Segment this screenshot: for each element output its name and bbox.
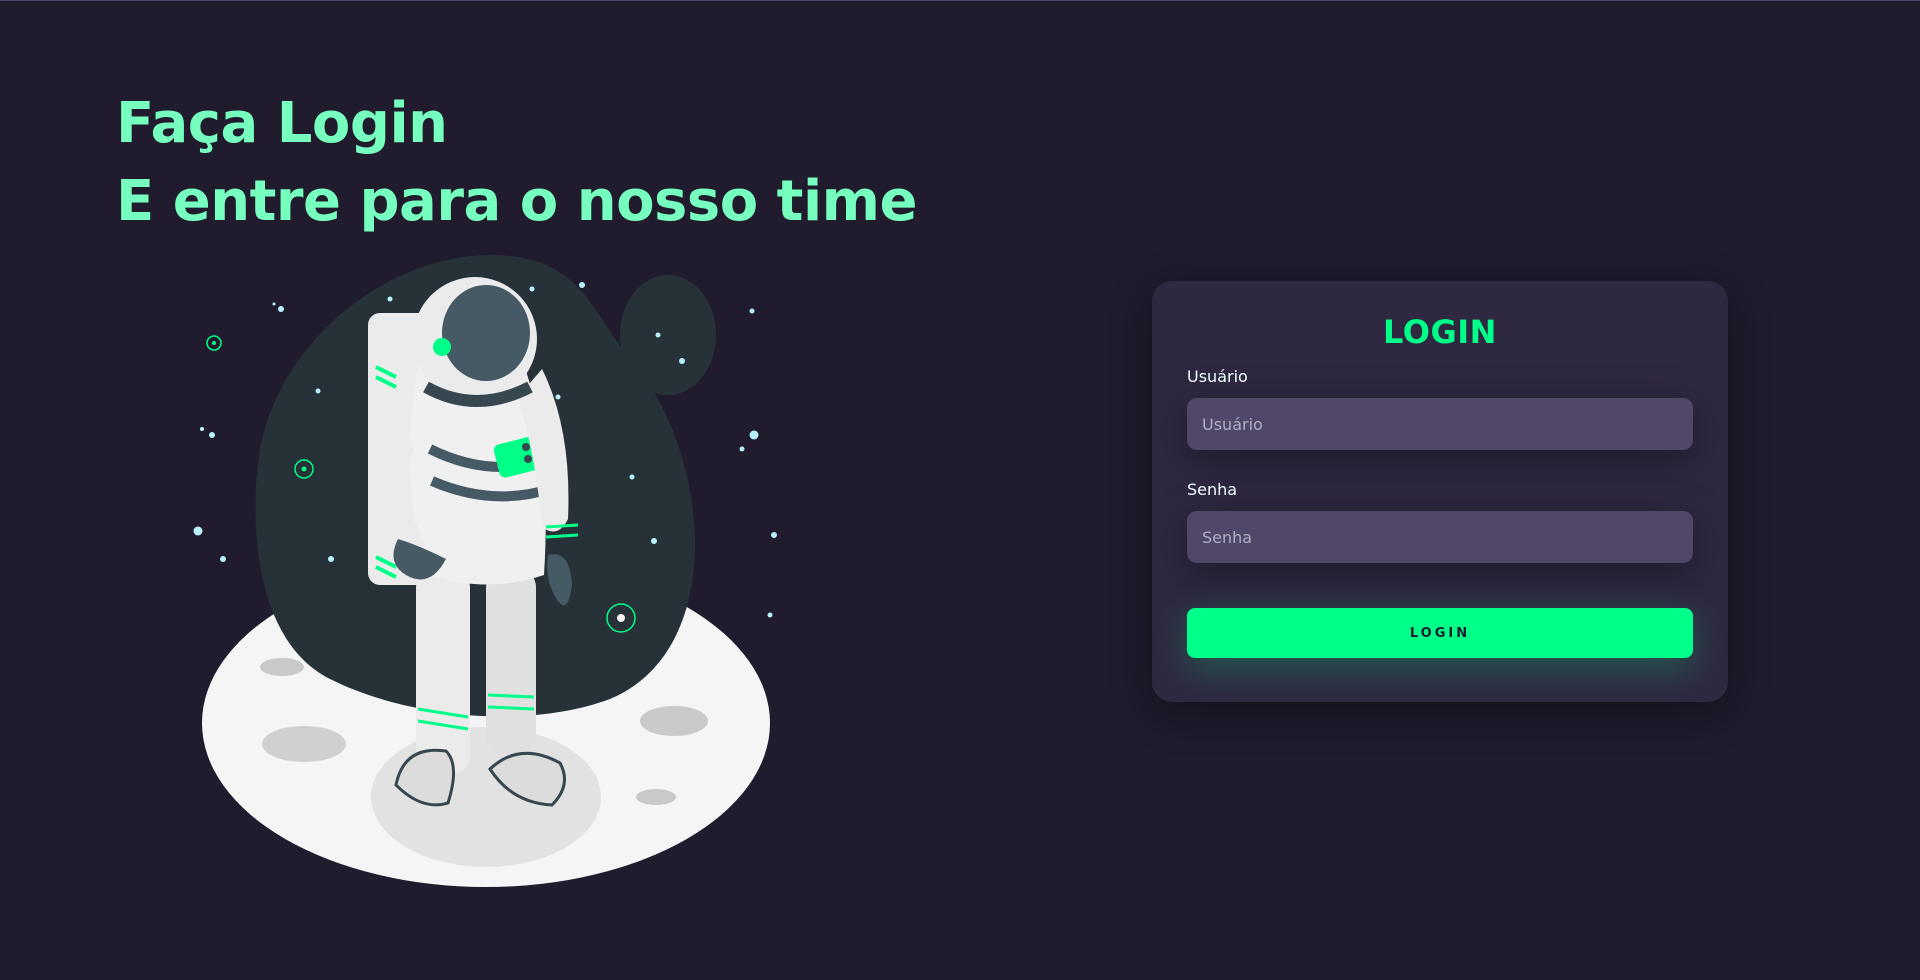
astronaut-illustration [190, 249, 790, 899]
hero-section: Faça Login E entre para o nosso time [116, 85, 917, 241]
headline-line-2: E entre para o nosso time [116, 169, 917, 234]
login-button[interactable]: LOGIN [1187, 608, 1693, 658]
password-label: Senha [1187, 480, 1238, 499]
login-card: LOGIN Usuário Senha LOGIN [1152, 281, 1728, 702]
astronaut-on-moon-icon [193, 255, 777, 887]
username-input[interactable] [1187, 398, 1693, 450]
password-input[interactable] [1187, 511, 1693, 563]
username-label: Usuário [1187, 367, 1248, 386]
headline-line-1: Faça Login [116, 91, 448, 156]
login-title: LOGIN [1383, 313, 1497, 351]
